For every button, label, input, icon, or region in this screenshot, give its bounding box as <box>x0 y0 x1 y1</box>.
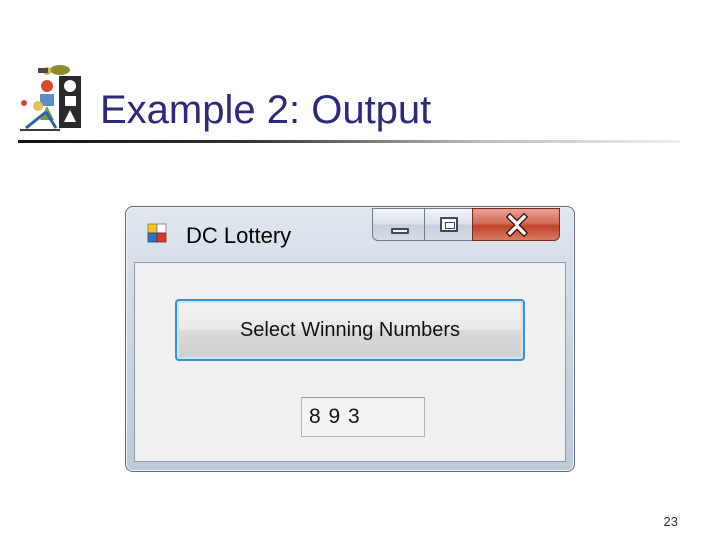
window-titlebar[interactable]: DC Lottery <box>126 207 574 257</box>
caption-buttons <box>372 208 562 242</box>
title-divider <box>18 140 680 143</box>
winning-numbers-textbox[interactable]: 8 9 3 <box>301 397 425 437</box>
minimize-icon <box>391 228 409 234</box>
slide-title: Example 2: Output <box>100 88 432 132</box>
maximize-button[interactable] <box>424 208 473 241</box>
form-client-area: Select Winning Numbers 8 9 3 <box>134 262 566 462</box>
minimize-button[interactable] <box>372 208 425 241</box>
select-winning-numbers-button[interactable]: Select Winning Numbers <box>175 299 525 361</box>
slide-logo-icon <box>16 62 86 134</box>
maximize-icon <box>440 217 458 232</box>
close-button[interactable] <box>472 208 560 241</box>
slide-number: 23 <box>663 514 678 529</box>
window-title: DC Lottery <box>186 223 292 248</box>
app-window: DC Lottery Select Winning Numbers 8 9 3 <box>125 206 575 472</box>
windows-form-icon[interactable] <box>147 223 167 243</box>
close-icon <box>505 212 529 238</box>
